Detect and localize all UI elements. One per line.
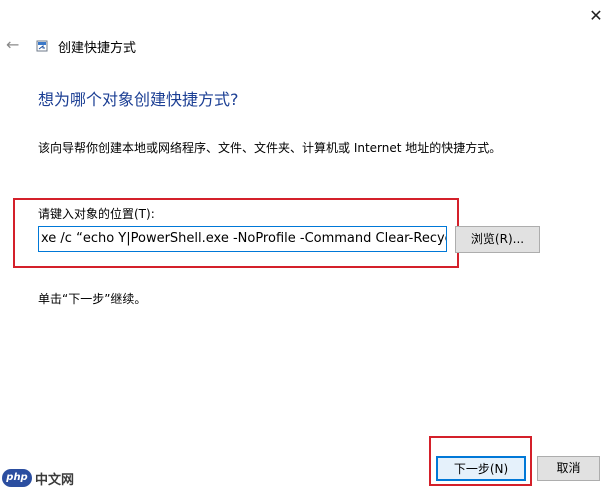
wizard-description: 该向导帮你创建本地或网络程序、文件、文件夹、计算机或 Internet 地址的快… [38, 141, 502, 155]
location-label: 请键入对象的位置(T): [38, 207, 155, 221]
cancel-button[interactable]: 取消 [537, 456, 600, 481]
shortcut-app-icon [36, 40, 48, 52]
location-input-text: xe /c “echo Y|PowerShell.exe -NoProfile … [41, 231, 447, 246]
watermark-text: 中文网 [35, 472, 75, 488]
watermark-logo: php [2, 469, 32, 487]
location-input[interactable]: xe /c “echo Y|PowerShell.exe -NoProfile … [38, 226, 447, 252]
back-arrow-icon[interactable]: ← [6, 36, 24, 54]
next-button[interactable]: 下一步(N) [436, 456, 526, 481]
close-icon[interactable]: ✕ [586, 6, 606, 26]
continue-hint: 单击“下一步”继续。 [38, 292, 147, 306]
window-title: 创建快捷方式 [58, 41, 137, 56]
browse-button[interactable]: 浏览(R)... [455, 226, 540, 253]
watermark: php 中文网 [2, 468, 74, 488]
wizard-heading: 想为哪个对象创建快捷方式? [38, 90, 239, 109]
